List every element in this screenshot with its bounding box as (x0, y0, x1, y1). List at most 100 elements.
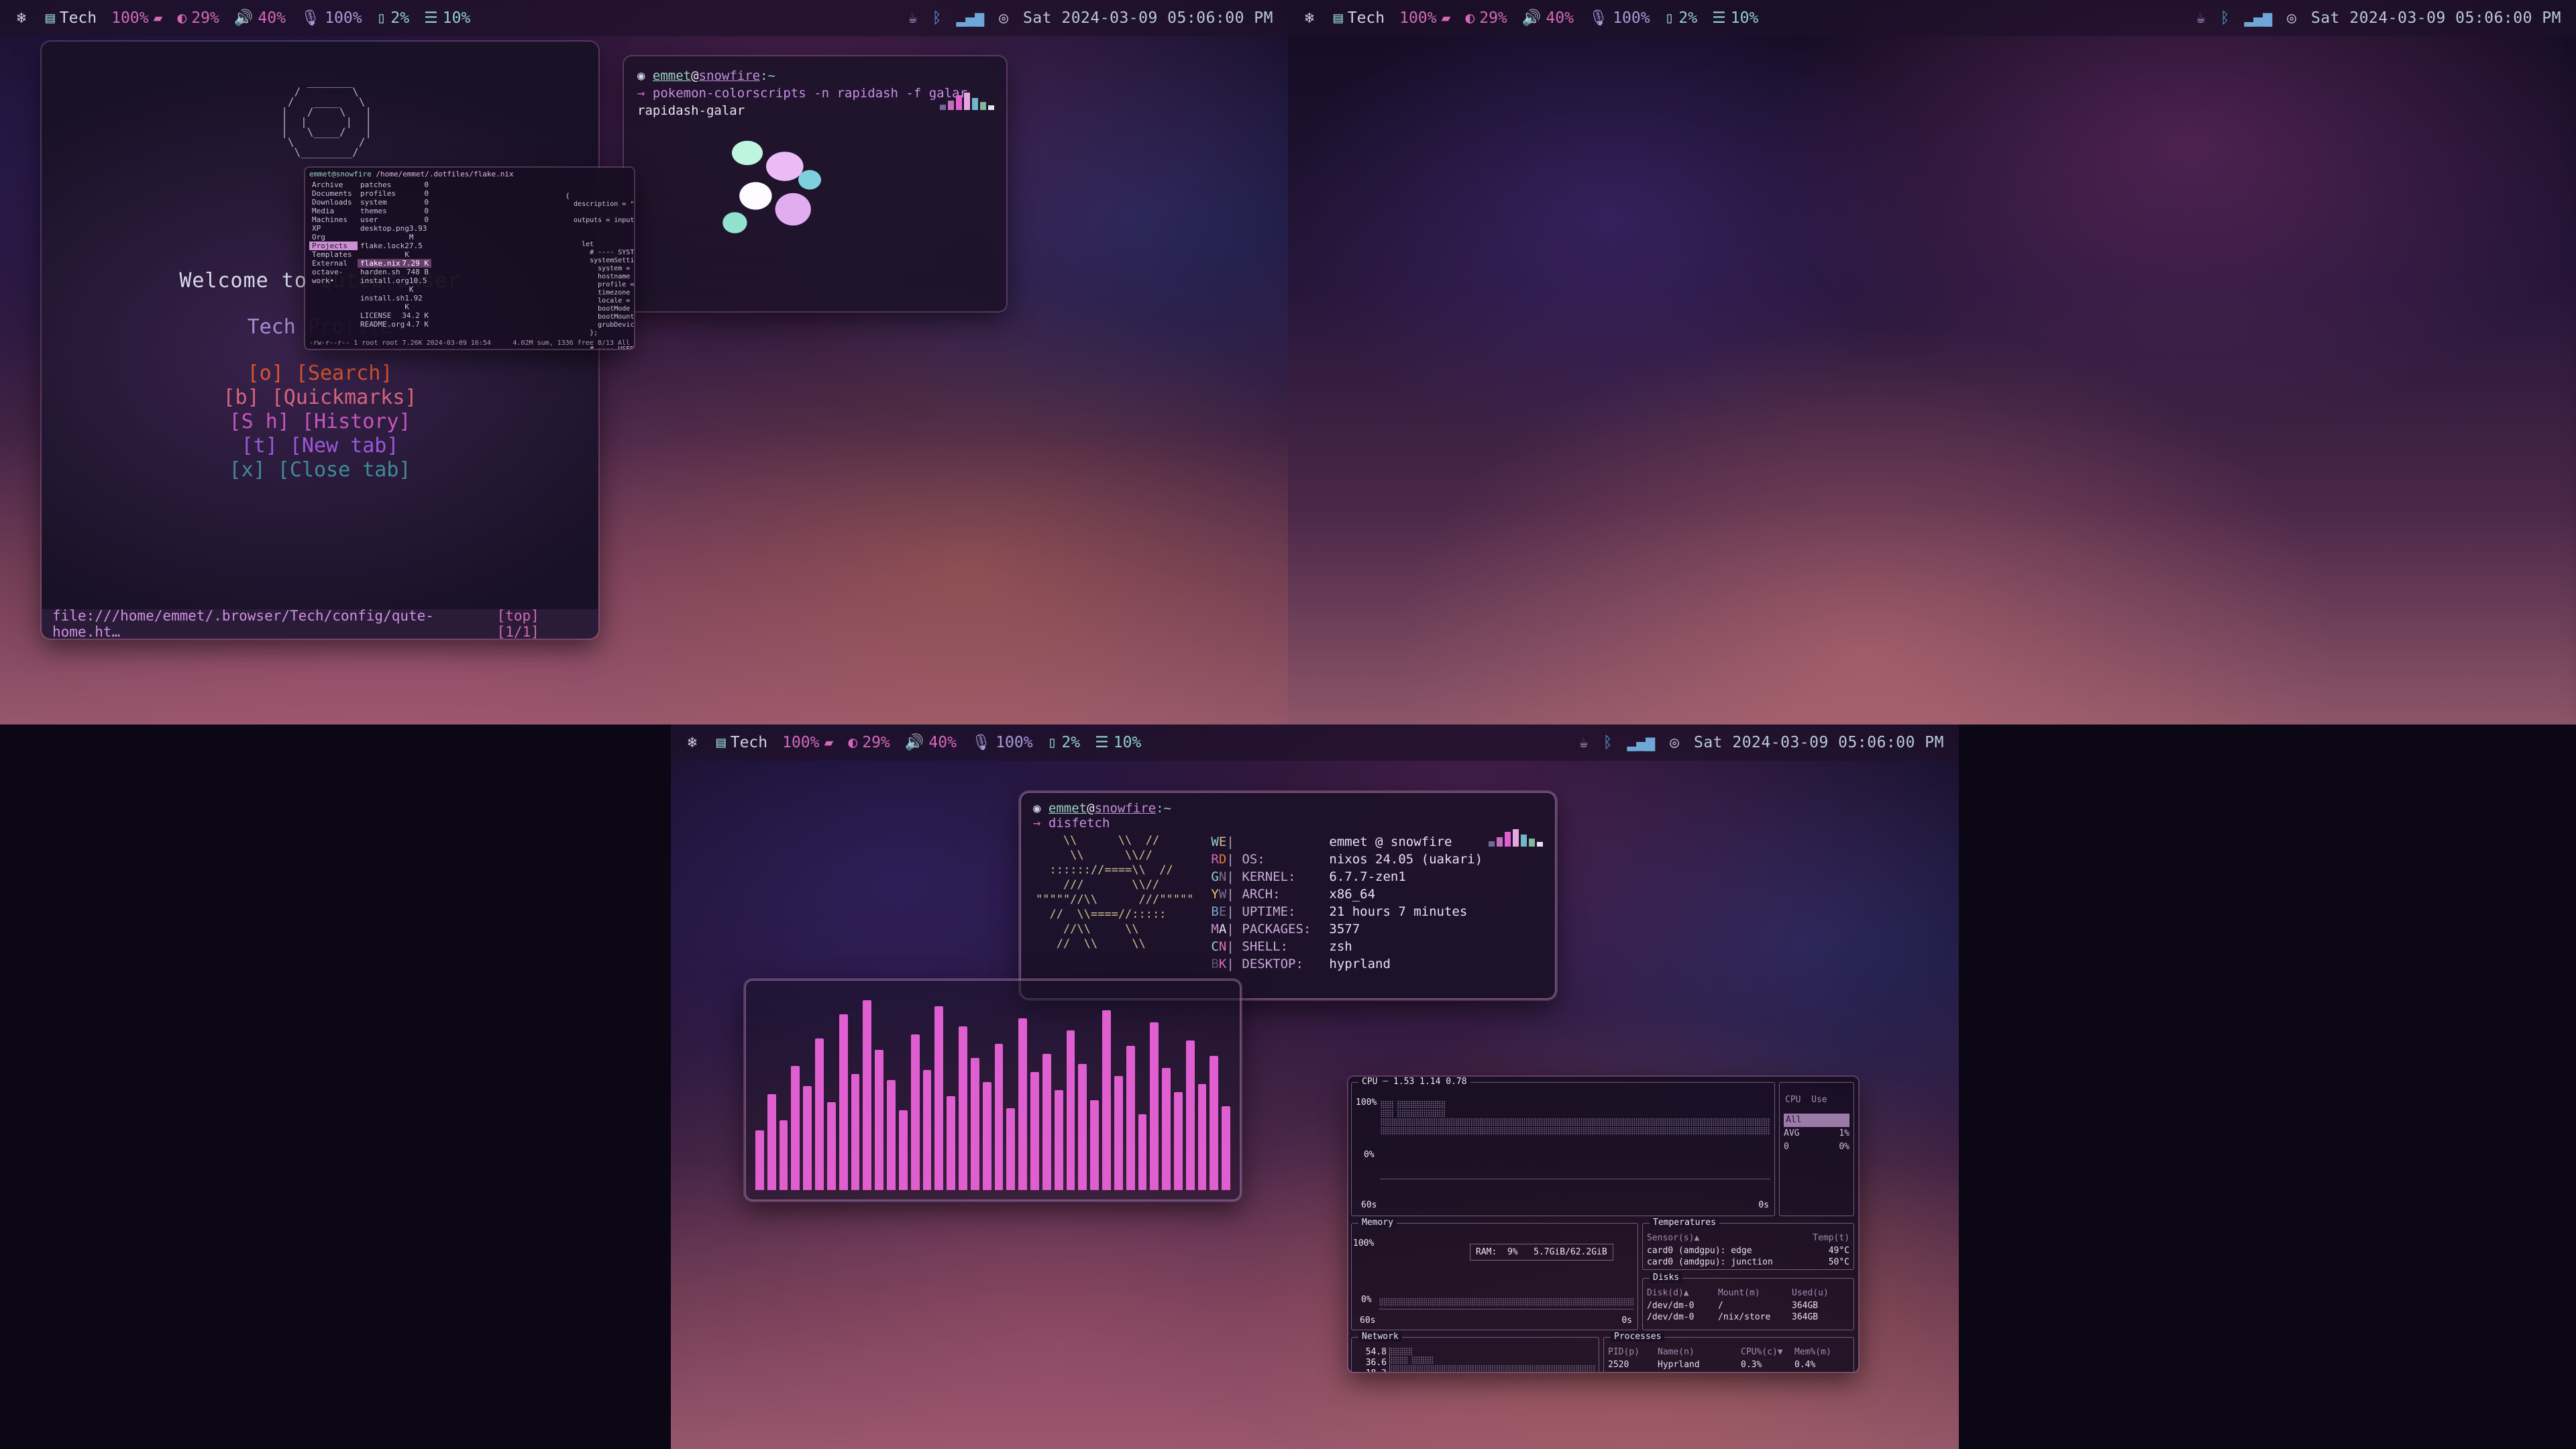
tray-disc-icon[interactable]: ◎ (999, 10, 1008, 26)
ranger-file-item[interactable]: README.org 4.7 K (358, 320, 431, 329)
ranger-parent-item[interactable]: Downloads (309, 198, 358, 207)
waybar-module-workspace[interactable]: ▤ Tech (709, 734, 775, 751)
waybar-module-memory[interactable]: ▯ 2% (1040, 734, 1088, 751)
ranger-parent-item[interactable]: External (309, 259, 358, 268)
qute-link-1[interactable]: [b] [Quickmarks] (179, 386, 460, 410)
qute-link-3[interactable]: [t] [New tab] (179, 434, 460, 458)
ranger-file-item[interactable]: install.sh 1.92 K (358, 294, 431, 311)
ranger-file-item[interactable]: user 0 (358, 215, 431, 224)
waybar-right[interactable]: ❄ ▤ Tech 100% ▰ ◐ 29% 🔊 40% 🎙 100% ▯ 2% ☰ 10% ☕ ᛒ ▂▄▆ … (1288, 0, 2576, 36)
waybar-module-battery[interactable]: 100% ▰ (1392, 9, 1458, 27)
waybar-bottom-left-modules[interactable]: ❄ ▤ Tech 100% ▰ ◐ 29% 🔊 40% 🎙 100% ▯ 2% ☰ 10% (671, 734, 1148, 751)
ranger-parent-item[interactable]: Documents (309, 189, 358, 198)
ranger-file-manager-window[interactable]: emmet@snowfire /home/emmet/.dotfiles/fla… (305, 168, 634, 349)
waybar-module-volume[interactable]: 🔊 40% (1515, 9, 1581, 27)
qute-link-0[interactable]: [o] [Search] (179, 362, 460, 386)
process-row[interactable]: 559631emacs0.2%0.7% (1608, 1371, 1849, 1372)
waybar-right-modules[interactable]: ☕ ᛒ ▂▄▆ ◎ Sat 2024-03-09 05:06:00 PM (908, 9, 1288, 27)
ranger-file-item[interactable]: flake.lock 27.5 K (358, 241, 431, 259)
ranger-parent-item[interactable]: octave-work• (309, 268, 358, 285)
waybar-module-workspace[interactable]: ▤ Tech (1326, 9, 1392, 27)
waybar-module-brightness[interactable]: ◐ 29% (841, 734, 897, 751)
waybar-module-nix-snowflake[interactable]: ❄ (680, 735, 709, 751)
waybar-right-left-modules[interactable]: ❄ ▤ Tech 100% ▰ ◐ 29% 🔊 40% 🎙 100% ▯ 2% ☰ 10% (1288, 9, 1766, 27)
tray-disc-icon[interactable]: ◎ (2287, 10, 2296, 26)
waybar-module-battery[interactable]: 100% ▰ (775, 734, 841, 751)
waybar-right-right-modules[interactable]: ☕ ᛒ ▂▄▆ ◎ Sat 2024-03-09 05:06:00 PM (2196, 9, 2576, 27)
ranger-parent-item[interactable]: Templates (309, 250, 358, 259)
clock[interactable]: Sat 2024-03-09 05:06:00 PM (2311, 9, 2561, 27)
bluetooth-icon[interactable]: ᛒ (2220, 10, 2230, 26)
cpu-legend-row[interactable]: AVG 1% (1784, 1127, 1849, 1140)
idle-inhibit-icon[interactable]: ☕ (2196, 10, 2206, 26)
btop-network-box[interactable]: Network 54.836.618.30Mb (1351, 1332, 1599, 1372)
qute-link-4[interactable]: [x] [Close tab] (179, 458, 460, 482)
process-row[interactable]: 2520 Hyprland 0.3% 0.4% (1608, 1359, 1849, 1371)
ranger-parent-item[interactable]: Machines (309, 215, 358, 224)
temps-headers[interactable]: Sensor(s)▲ Temp(t) (1647, 1233, 1849, 1243)
ranger-parent-item[interactable]: Projects (309, 241, 358, 250)
idle-inhibit-icon[interactable]: ☕ (1579, 735, 1589, 751)
waybar-module-memory[interactable]: ▯ 2% (1658, 9, 1705, 27)
btop-processes-box[interactable]: Processes PID(p) Name(n) CPU%(c)▼ Mem%(m… (1603, 1332, 1854, 1372)
waybar-module-nix-snowflake[interactable]: ❄ (1297, 10, 1326, 26)
waybar-module-cpu[interactable]: ☰ 10% (417, 9, 478, 27)
waybar-left-modules[interactable]: ❄ ▤ Tech 100% ▰ ◐ 29% 🔊 40% 🎙 100% ▯ 2% ☰ 10% (0, 9, 478, 27)
ranger-file-item[interactable]: LICENSE 34.2 K (358, 311, 431, 320)
btop-memory-box[interactable]: Memory 100% 0% RAM: 9% 5.7GiB/62.2GiB ⣿⣿… (1351, 1218, 1638, 1330)
ranger-parent-item[interactable]: Org (309, 233, 358, 241)
pokemon-terminal-window[interactable]: ◉ emmet@snowfire:~ → pokemon-colorscript… (624, 56, 1006, 311)
waybar-module-brightness[interactable]: ◐ 29% (170, 9, 226, 27)
waybar-module-cpu[interactable]: ☰ 10% (1087, 734, 1148, 751)
idle-inhibit-icon[interactable]: ☕ (908, 10, 918, 26)
bluetooth-icon[interactable]: ᛒ (1603, 735, 1613, 751)
cpu-legend-row[interactable]: All (1784, 1114, 1849, 1127)
waybar-module-mic[interactable]: 🎙 100% (964, 734, 1040, 751)
waybar-module-memory[interactable]: ▯ 2% (370, 9, 417, 27)
ranger-file-item[interactable]: themes 0 (358, 207, 431, 215)
ranger-column-parent[interactable]: Archive Documents Downloads Media Machines XP… (309, 180, 358, 329)
ranger-column-current[interactable]: patches 0 profiles 0 system 0 themes 0 user 0 desk… (358, 180, 431, 329)
network-icon[interactable]: ▂▄▆ (2245, 10, 2273, 26)
ranger-file-item[interactable]: desktop.png 3.93 M (358, 224, 431, 241)
clock[interactable]: Sat 2024-03-09 05:06:00 PM (1694, 734, 1944, 751)
ranger-file-item[interactable]: harden.sh 748 B (358, 268, 431, 276)
ranger-file-item[interactable]: system 0 (358, 198, 431, 207)
waybar-module-mic[interactable]: 🎙 100% (293, 9, 370, 27)
waybar-left[interactable]: ❄ ▤ Tech 100% ▰ ◐ 29% 🔊 40% 🎙 100% ▯ 2% ☰ 10% ☕ ᛒ ▂▄▆ … (0, 0, 1288, 36)
waybar-bottom-right-modules[interactable]: ☕ ᛒ ▂▄▆ ◎ Sat 2024-03-09 05:06:00 PM (1579, 734, 1959, 751)
disks-headers[interactable]: Disk(d)▲ Mount(m) Used(u) (1647, 1288, 1849, 1298)
btop-cpu-legend-box[interactable]: CPU Use All AVG 1% 0 0% (1779, 1082, 1854, 1216)
waybar-module-volume[interactable]: 🔊 40% (227, 9, 293, 27)
ranger-file-item[interactable]: install.org 10.5 K (358, 276, 431, 294)
ranger-parent-item[interactable]: Archive (309, 180, 358, 189)
tray-disc-icon[interactable]: ◎ (1670, 735, 1679, 751)
cpu-legend-row[interactable]: 0 0% (1784, 1140, 1849, 1154)
cpu-legend-rows[interactable]: All AVG 1% 0 0% (1784, 1114, 1849, 1154)
processes-headers[interactable]: PID(p) Name(n) CPU%(c)▼ Mem%(m) (1608, 1347, 1849, 1357)
btop-temperatures-box[interactable]: Temperatures Sensor(s)▲ Temp(t) card0 (am… (1642, 1218, 1854, 1270)
ranger-parent-item[interactable]: XP (309, 224, 358, 233)
clock[interactable]: Sat 2024-03-09 05:06:00 PM (1023, 9, 1273, 27)
qute-link-2[interactable]: [S h] [History] (179, 410, 460, 434)
waybar-module-cpu[interactable]: ☰ 10% (1705, 9, 1766, 27)
ranger-parent-item[interactable]: Media (309, 207, 358, 215)
network-icon[interactable]: ▂▄▆ (1627, 735, 1656, 751)
waybar-bottom[interactable]: ❄ ▤ Tech 100% ▰ ◐ 29% 🔊 40% 🎙 100% ▯ 2% ☰ 10% ☕ ᛒ ▂▄▆ … (671, 724, 1959, 761)
waybar-module-volume[interactable]: 🔊 40% (898, 734, 964, 751)
waybar-module-brightness[interactable]: ◐ 29% (1458, 9, 1514, 27)
network-icon[interactable]: ▂▄▆ (957, 10, 985, 26)
ranger-file-item[interactable]: profiles 0 (358, 189, 431, 198)
btop-disks-box[interactable]: Disks Disk(d)▲ Mount(m) Used(u) /dev/dm-… (1642, 1273, 1854, 1330)
ranger-file-item[interactable]: patches 0 (358, 180, 431, 189)
waybar-module-mic[interactable]: 🎙 100% (1581, 9, 1658, 27)
waybar-module-nix-snowflake[interactable]: ❄ (9, 10, 38, 26)
waybar-module-workspace[interactable]: ▤ Tech (38, 9, 104, 27)
waybar-module-battery[interactable]: 100% ▰ (104, 9, 170, 27)
ranger-file-item[interactable]: flake.nix 7.29 K (358, 259, 431, 268)
fetch-terminal-window[interactable]: ◉ emmet@snowfire:~ → disfetch \\ \\ // \… (1020, 792, 1556, 1000)
bluetooth-icon[interactable]: ᛒ (932, 10, 942, 26)
btop-window[interactable]: CPU ─ 1.53 1.14 0.78 100% 0% ⣿⣿⣿ ⣿⣿⣿⣿⣿⣿⣿… (1348, 1077, 1858, 1372)
btop-cpu-box[interactable]: CPU ─ 1.53 1.14 0.78 100% 0% ⣿⣿⣿ ⣿⣿⣿⣿⣿⣿⣿… (1351, 1077, 1775, 1216)
cava-visualizer-window[interactable] (745, 979, 1241, 1201)
